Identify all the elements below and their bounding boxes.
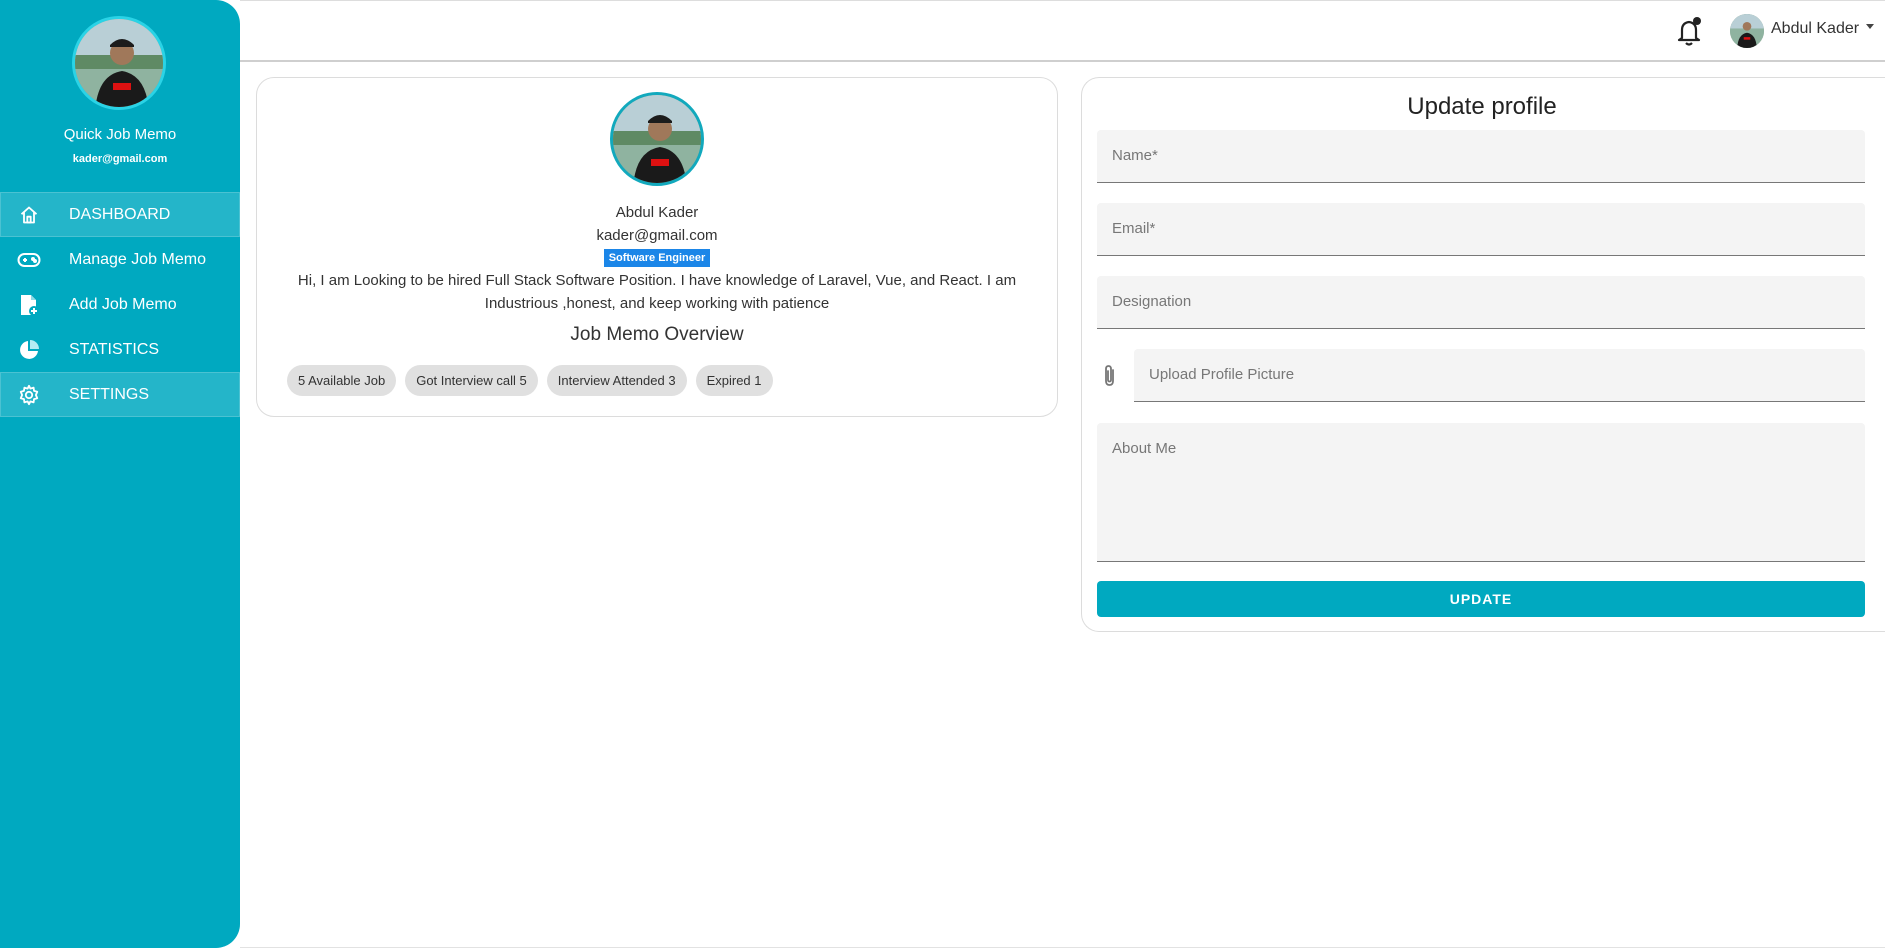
name-field[interactable]: Name* <box>1097 130 1865 183</box>
sidebar: Quick Job Memo kader@gmail.com DASHBOARD… <box>0 0 240 948</box>
sidebar-item-manage-job-memo[interactable]: Manage Job Memo <box>0 237 240 282</box>
gear-icon <box>17 383 41 407</box>
about-placeholder: About Me <box>1112 440 1177 457</box>
profile-email: kader@gmail.com <box>596 227 718 244</box>
name-placeholder: Name* <box>1112 147 1158 164</box>
chip-interview-attended[interactable]: Interview Attended 3 <box>546 365 687 396</box>
update-profile-title: Update profile <box>1407 93 1557 120</box>
overview-chips: 5 Available Job Got Interview call 5 Int… <box>287 365 773 396</box>
about-me-textarea[interactable]: About Me <box>1097 423 1865 562</box>
add-file-icon <box>17 293 41 317</box>
profile-avatar <box>610 92 704 186</box>
email-placeholder: Email* <box>1112 220 1156 237</box>
designation-field[interactable]: Designation <box>1097 276 1865 329</box>
sidebar-avatar <box>72 16 166 110</box>
designation-badge: Software Engineer <box>603 249 711 267</box>
profile-bio: Hi, I am Looking to be hired Full Stack … <box>297 272 1017 312</box>
user-name[interactable]: Abdul Kader <box>1771 20 1859 38</box>
sidebar-item-label: Add Job Memo <box>69 295 177 313</box>
designation-placeholder: Designation <box>1112 293 1192 310</box>
sidebar-item-label: DASHBOARD <box>69 205 171 223</box>
pie-chart-icon <box>17 338 41 362</box>
profile-card: Abdul Kader kader@gmail.com Software Eng… <box>256 77 1058 417</box>
chip-available-job[interactable]: 5 Available Job <box>287 365 397 396</box>
top-bar <box>240 0 1885 62</box>
sidebar-item-label: SETTINGS <box>69 385 150 403</box>
gamepad-icon <box>17 248 41 272</box>
home-icon <box>17 203 41 227</box>
bell-icon[interactable] <box>1675 16 1705 46</box>
overview-title: Job Memo Overview <box>570 324 744 345</box>
email-field[interactable]: Email* <box>1097 203 1865 256</box>
sidebar-app-name: Quick Job Memo <box>63 126 177 143</box>
sidebar-email: kader@gmail.com <box>72 153 168 165</box>
sidebar-nav: DASHBOARD Manage Job Memo Add Job Memo S… <box>0 192 240 417</box>
sidebar-item-dashboard[interactable]: DASHBOARD <box>0 192 240 237</box>
paperclip-icon[interactable] <box>1100 363 1120 389</box>
update-profile-card: Update profile Name* Email* Designation … <box>1081 77 1885 632</box>
chip-interview-call[interactable]: Got Interview call 5 <box>405 365 538 396</box>
sidebar-item-settings[interactable]: SETTINGS <box>0 372 240 417</box>
upload-picture-field[interactable]: Upload Profile Picture <box>1134 349 1865 402</box>
chip-expired[interactable]: Expired 1 <box>695 365 773 396</box>
sidebar-item-label: Manage Job Memo <box>69 250 206 268</box>
update-button[interactable]: UPDATE <box>1097 581 1865 617</box>
designation-badge-wrap: Software Engineer <box>257 248 1057 267</box>
sidebar-item-statistics[interactable]: STATISTICS <box>0 327 240 372</box>
upload-placeholder: Upload Profile Picture <box>1149 366 1295 383</box>
user-avatar[interactable] <box>1730 14 1764 48</box>
sidebar-item-add-job-memo[interactable]: Add Job Memo <box>0 282 240 327</box>
sidebar-item-label: STATISTICS <box>69 340 160 358</box>
profile-name: Abdul Kader <box>615 204 699 221</box>
caret-down-icon[interactable] <box>1866 24 1874 29</box>
